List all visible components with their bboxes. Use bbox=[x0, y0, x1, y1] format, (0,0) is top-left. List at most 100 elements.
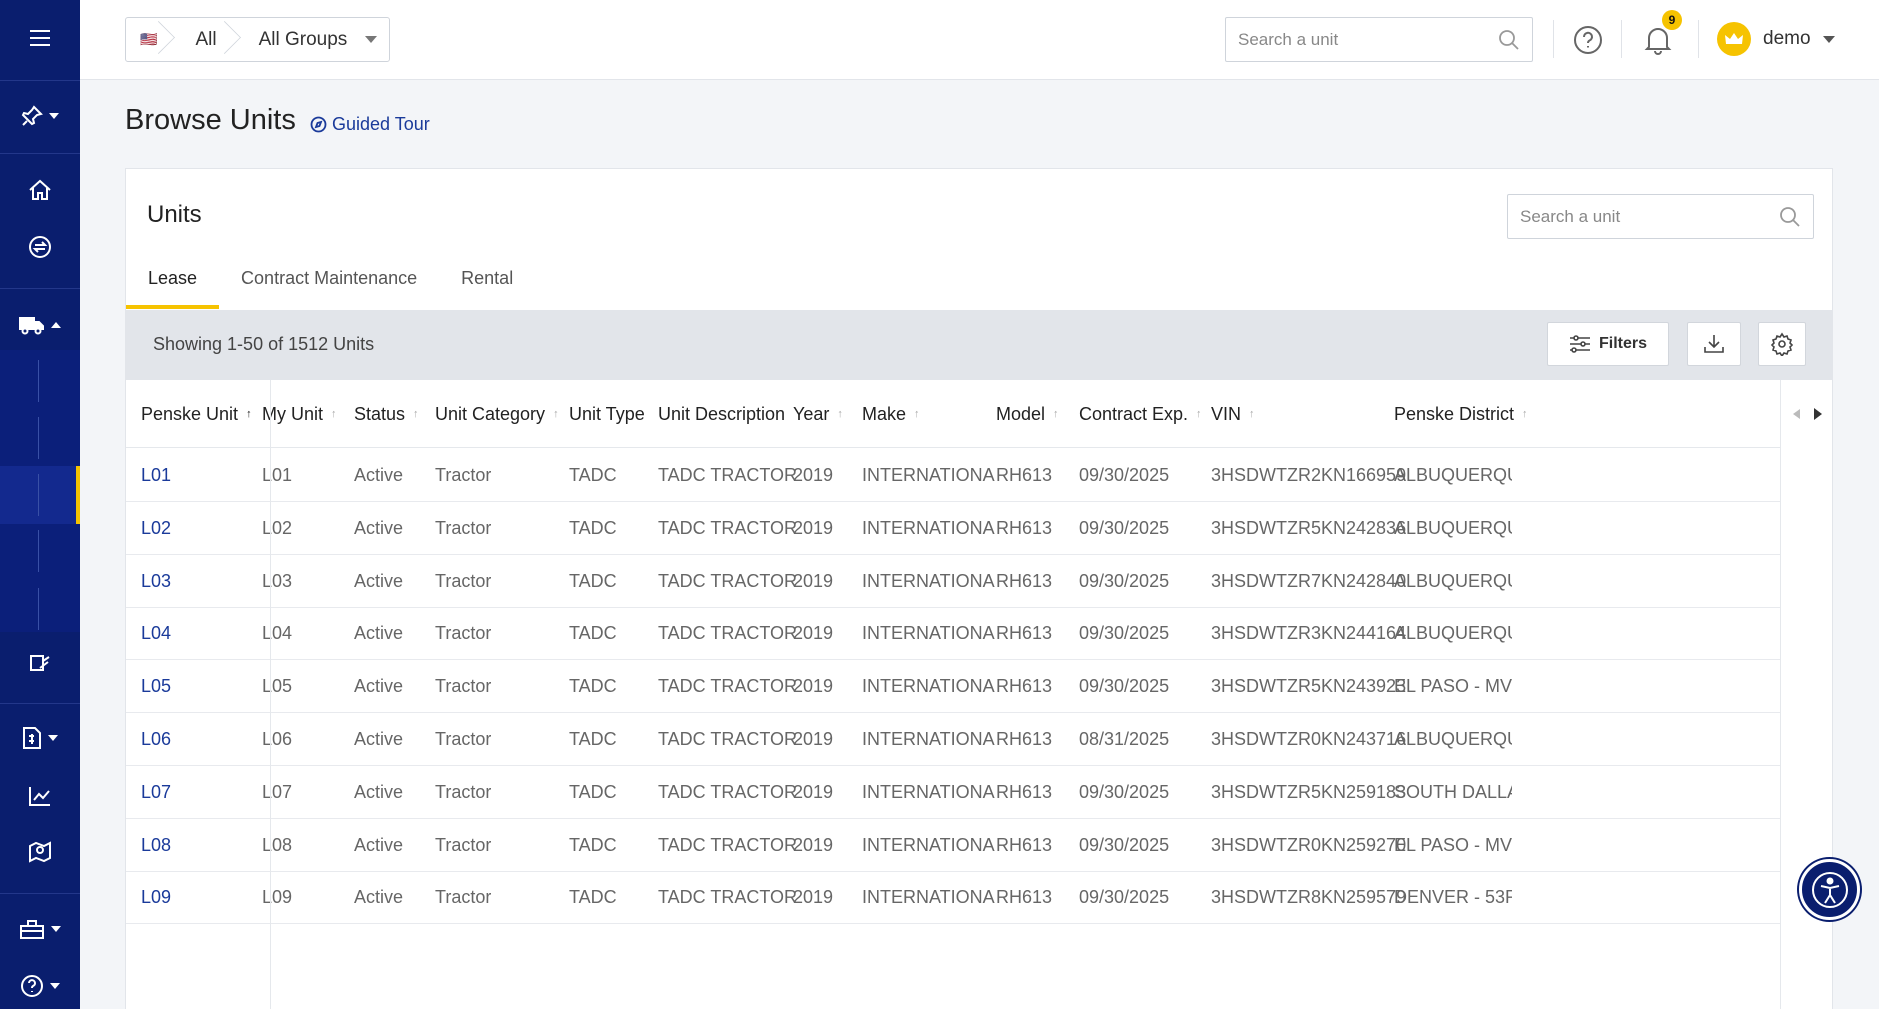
crumb-all[interactable]: All bbox=[175, 18, 240, 61]
fleet-menu-button[interactable] bbox=[0, 305, 80, 345]
column-header-unit-category[interactable]: Unit Category ↑ bbox=[435, 380, 559, 448]
table-row[interactable]: L01 L01 Active Tractor TADC TADC TRACTOR 2019 I… bbox=[126, 449, 1832, 502]
cell-my-unit: L09 bbox=[262, 887, 293, 908]
column-header-model[interactable]: Model ↑ bbox=[996, 380, 1059, 448]
table-row[interactable]: L03 L03 Active Tractor TADC TADC TRACTOR 2019 I… bbox=[126, 555, 1832, 608]
sidebar-divider bbox=[0, 893, 80, 894]
help-menu-button[interactable] bbox=[0, 966, 80, 1006]
cell-penske-district: EL PASO - MVT 7 bbox=[1394, 676, 1512, 697]
tab-contract-maintenance[interactable]: Contract Maintenance bbox=[219, 265, 439, 309]
cell-penske-district: ALBUQUERQUE V bbox=[1394, 517, 1512, 538]
cell-penske-district: ALBUQUERQUE V bbox=[1394, 623, 1512, 644]
map-button[interactable] bbox=[0, 832, 80, 872]
cell-penske-district: ALBUQUERQUE V bbox=[1394, 729, 1512, 749]
crumb-all-label: All bbox=[195, 28, 217, 50]
table-row[interactable]: L09 L09 Active Tractor TADC TADC TRACTOR 2019 I… bbox=[126, 871, 1832, 925]
column-header-contract-exp[interactable]: Contract Exp. ↑ bbox=[1079, 380, 1202, 448]
transfers-button[interactable] bbox=[0, 227, 80, 267]
table-row[interactable]: L05 L05 Active Tractor TADC TADC TRACTOR 2019 I… bbox=[126, 660, 1832, 714]
cell-unit-type: TADC bbox=[569, 623, 617, 644]
help-button[interactable] bbox=[1570, 22, 1606, 58]
sort-arrow-icon: ↑ bbox=[837, 408, 843, 420]
map-icon bbox=[29, 841, 51, 863]
pin-menu-button[interactable] bbox=[0, 96, 80, 136]
tab-lease[interactable]: Lease bbox=[126, 265, 220, 309]
cell-penske-unit[interactable]: L01 bbox=[141, 449, 171, 502]
country-selector[interactable]: 🇺🇸 bbox=[126, 18, 175, 61]
cell-make: INTERNATIONA bbox=[862, 887, 995, 908]
column-header-vin[interactable]: VIN ↑ bbox=[1211, 380, 1255, 448]
global-search-input[interactable]: Search a unit bbox=[1225, 17, 1533, 62]
column-header-penske-district[interactable]: Penske District ↑ bbox=[1394, 380, 1528, 448]
billing-menu-button[interactable] bbox=[0, 718, 80, 758]
column-header-make[interactable]: Make ↑ bbox=[862, 380, 920, 448]
notifications-button[interactable]: 9 bbox=[1640, 10, 1682, 58]
table-row[interactable]: L07 L07 Active Tractor TADC TADC TRACTOR 2019 I… bbox=[126, 766, 1832, 819]
cell-model: RH613 bbox=[996, 517, 1053, 538]
chevron-down-icon bbox=[48, 735, 58, 741]
sidebar-divider bbox=[0, 153, 80, 154]
units-search-input[interactable]: Search a unit bbox=[1507, 194, 1814, 239]
guided-tour-link[interactable]: Guided Tour bbox=[310, 114, 430, 135]
column-header-label: My Unit bbox=[262, 403, 324, 424]
column-header-penske-unit[interactable]: Penske Unit ↑ bbox=[141, 380, 252, 448]
cell-penske-unit[interactable]: L06 bbox=[141, 713, 171, 766]
filters-button[interactable]: Filters bbox=[1547, 322, 1669, 366]
cell-make: INTERNATIONA bbox=[862, 517, 995, 538]
scroll-left-icon[interactable] bbox=[1793, 409, 1800, 419]
help-icon bbox=[1574, 26, 1602, 54]
column-header-my-unit[interactable]: My Unit ↑ bbox=[262, 380, 337, 448]
cell-unit-description: TADC TRACTOR bbox=[658, 729, 798, 749]
us-flag-icon: 🇺🇸 bbox=[140, 31, 158, 47]
cell-status: Active bbox=[354, 781, 404, 802]
cell-penske-district: DENVER - 53RD A bbox=[1394, 887, 1512, 908]
table-toolbar: Showing 1-50 of 1512 Units Filters bbox=[126, 310, 1832, 380]
tab-contract-maintenance-label: Contract Maintenance bbox=[241, 268, 418, 288]
services-menu-button[interactable] bbox=[0, 909, 80, 949]
submenu-item-browse-units[interactable] bbox=[0, 466, 80, 524]
cell-year: 2019 bbox=[793, 676, 834, 697]
cell-unit-description: TADC TRACTOR bbox=[658, 834, 798, 855]
accessibility-button[interactable] bbox=[1799, 859, 1860, 920]
column-header-unit-description[interactable]: Unit Description bbox=[658, 380, 785, 448]
divider bbox=[1553, 20, 1554, 58]
menu-toggle-button[interactable] bbox=[0, 18, 80, 58]
table-row[interactable]: L08 L08 Active Tractor TADC TADC TRACTOR 2019 I… bbox=[126, 819, 1832, 872]
filters-label: Filters bbox=[1598, 335, 1647, 352]
column-header-year[interactable]: Year ↑ bbox=[793, 380, 843, 448]
cell-make: INTERNATIONA bbox=[862, 570, 995, 591]
cell-penske-unit[interactable]: L05 bbox=[141, 660, 171, 713]
column-header-unit-type[interactable]: Unit Type bbox=[569, 380, 645, 448]
cell-penske-unit[interactable]: L07 bbox=[141, 766, 171, 819]
scroll-right-icon[interactable] bbox=[1814, 408, 1822, 420]
avatar[interactable] bbox=[1717, 22, 1751, 56]
cell-penske-unit[interactable]: L04 bbox=[141, 607, 171, 660]
cell-unit-category: Tractor bbox=[435, 517, 492, 538]
cell-unit-category: Tractor bbox=[435, 781, 492, 802]
home-button[interactable] bbox=[0, 170, 80, 210]
table-row[interactable]: L04 L04 Active Tractor TADC TADC TRACTOR 2019 I… bbox=[126, 607, 1832, 661]
column-divider bbox=[270, 380, 271, 1009]
global-search-placeholder: Search a unit bbox=[1238, 29, 1339, 49]
crown-icon bbox=[1725, 33, 1743, 44]
reports-button[interactable] bbox=[0, 776, 80, 816]
cell-status: Active bbox=[354, 729, 404, 749]
cell-penske-unit[interactable]: L02 bbox=[141, 502, 171, 555]
cell-penske-unit[interactable]: L08 bbox=[141, 819, 171, 872]
user-menu[interactable]: demo bbox=[1763, 28, 1835, 50]
cell-penske-unit[interactable]: L03 bbox=[141, 555, 171, 608]
table-row[interactable]: L06 L06 Active Tractor TADC TADC TRACTOR 2019 I… bbox=[126, 713, 1832, 766]
maintenance-button[interactable] bbox=[0, 643, 80, 683]
cell-penske-unit[interactable]: L09 bbox=[141, 871, 171, 924]
cell-status: Active bbox=[354, 887, 404, 908]
settings-button[interactable] bbox=[1758, 322, 1806, 366]
column-header-status[interactable]: Status ↑ bbox=[354, 380, 419, 448]
group-selector[interactable]: All Groups bbox=[241, 18, 390, 61]
tab-rental[interactable]: Rental bbox=[439, 265, 535, 309]
cell-contract-exp: 09/30/2025 bbox=[1079, 676, 1170, 697]
table-row[interactable]: L02 L02 Active Tractor TADC TADC TRACTOR 2019 I… bbox=[126, 502, 1832, 555]
cell-penske-district: ALBUQUERQUE V bbox=[1394, 465, 1512, 485]
cell-model: RH613 bbox=[996, 729, 1053, 749]
download-button[interactable] bbox=[1687, 322, 1741, 366]
cell-model: RH613 bbox=[996, 676, 1053, 697]
